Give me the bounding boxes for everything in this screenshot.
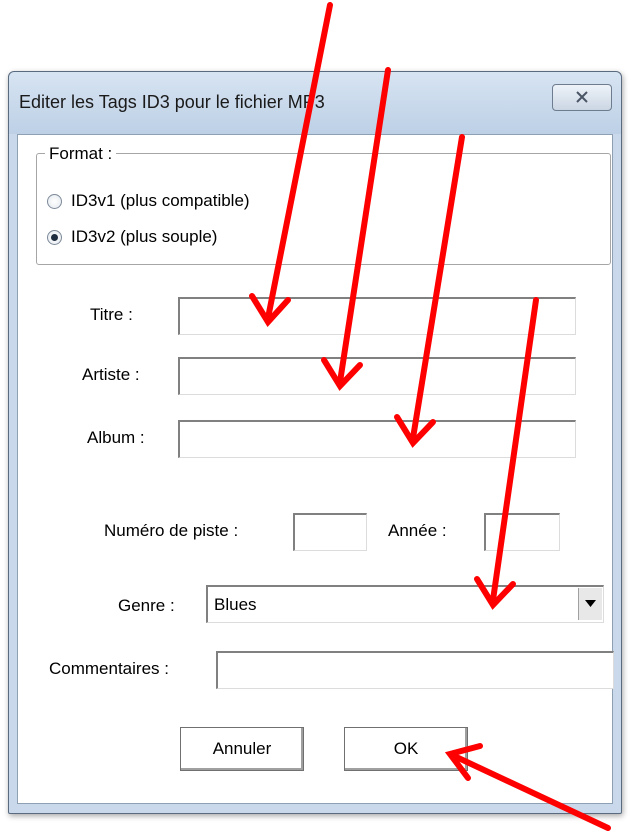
dialog-body: Format : ID3v1 (plus compatible) ID3v2 (… — [17, 134, 614, 804]
album-field[interactable] — [178, 420, 576, 458]
track-number-field[interactable] — [293, 513, 367, 551]
radio-button-id3v2[interactable] — [47, 229, 62, 245]
genre-select[interactable]: Blues — [206, 585, 604, 623]
year-label: Année : — [388, 521, 447, 540]
close-icon — [576, 91, 588, 103]
radio-button-id3v1[interactable] — [47, 193, 62, 209]
genre-selected-value: Blues — [214, 595, 257, 614]
cancel-button[interactable]: Annuler — [180, 727, 304, 771]
close-button[interactable] — [552, 84, 612, 111]
year-field[interactable] — [484, 513, 560, 551]
radio-id3v2[interactable]: ID3v2 (plus souple) — [47, 227, 217, 247]
ok-button[interactable]: OK — [344, 727, 468, 771]
radio-id3v1[interactable]: ID3v1 (plus compatible) — [47, 191, 250, 211]
genre-dropdown-button[interactable] — [578, 588, 602, 620]
format-groupbox: Format : ID3v1 (plus compatible) ID3v2 (… — [36, 144, 611, 265]
format-legend: Format : — [45, 144, 117, 164]
album-label: Album : — [87, 428, 145, 447]
comments-field[interactable] — [216, 651, 614, 689]
title-bar[interactable]: Editer les Tags ID3 pour le fichier MP3 — [9, 72, 621, 134]
genre-label: Genre : — [118, 596, 175, 615]
radio-label-id3v2[interactable]: ID3v2 (plus souple) — [71, 227, 217, 247]
title-field[interactable] — [178, 297, 576, 335]
title-label: Titre : — [90, 305, 133, 324]
radio-label-id3v1[interactable]: ID3v1 (plus compatible) — [71, 191, 250, 211]
chevron-down-icon — [585, 600, 596, 607]
artist-field[interactable] — [178, 357, 576, 395]
track-number-label: Numéro de piste : — [104, 521, 239, 540]
id3-tag-dialog: Editer les Tags ID3 pour le fichier MP3 … — [8, 71, 622, 814]
radio-selected-dot — [51, 233, 58, 241]
artist-label: Artiste : — [82, 365, 140, 384]
window-title: Editer les Tags ID3 pour le fichier MP3 — [19, 92, 325, 112]
comments-label: Commentaires : — [49, 659, 169, 678]
